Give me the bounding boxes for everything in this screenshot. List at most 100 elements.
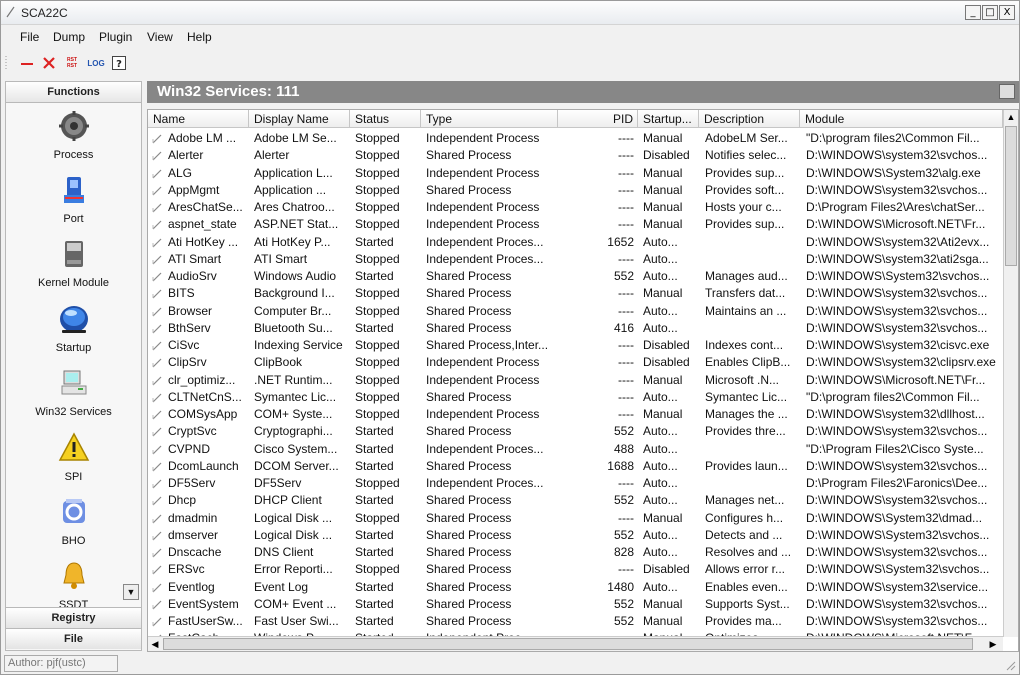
table-row[interactable]: DF5Serv DF5Serv Stopped Independent Proces.… xyxy=(148,475,1003,492)
panel-options-button[interactable] xyxy=(999,84,1015,99)
table-row[interactable]: BthServ Bluetooth Su... Started Shared Proc… xyxy=(148,320,1003,337)
cell-name: aspnet_state xyxy=(168,217,237,232)
sidebar-item-spi[interactable]: SPI xyxy=(6,432,141,483)
sidebar-scroll-down-button[interactable]: ▼ xyxy=(123,584,139,600)
close-button[interactable]: X xyxy=(999,5,1015,20)
table-row[interactable]: Adobe LM ... Adobe LM Se... Stopped Indepen… xyxy=(148,130,1003,147)
delete-icon[interactable] xyxy=(40,53,58,73)
help-icon[interactable]: ? xyxy=(110,53,128,73)
column-header-type[interactable]: Type xyxy=(421,110,558,128)
menu-plugin[interactable]: Plugin xyxy=(99,30,132,44)
horizontal-scroll-thumb[interactable] xyxy=(163,638,973,650)
cell-type: Shared Process xyxy=(426,579,512,594)
sidebar-item-kernel-module[interactable]: Kernel Module xyxy=(6,238,141,289)
sidebar-item-win32-services[interactable]: Win32 Services xyxy=(6,367,141,418)
resize-grip-icon[interactable] xyxy=(1004,659,1016,671)
cell-name: FastUserSw... xyxy=(168,614,243,628)
cell-type: Independent Process xyxy=(426,131,540,145)
table-row[interactable]: ATI Smart ATI Smart Stopped Independent Pro… xyxy=(148,251,1003,268)
table-row[interactable]: EventSystem COM+ Event ... Started Shared P… xyxy=(148,596,1003,613)
sidebar-registry-button[interactable]: Registry xyxy=(6,607,141,628)
table-row[interactable]: AresChatSe... Ares Chatroo... Stopped Indep… xyxy=(148,199,1003,216)
rst-icon[interactable]: RST RST xyxy=(63,53,81,73)
menu-view[interactable]: View xyxy=(147,30,173,44)
cell-pid: 828 xyxy=(613,545,634,559)
cell-display-name: Adobe LM Se... xyxy=(254,131,337,145)
scroll-right-icon[interactable]: ▶ xyxy=(986,637,1000,651)
service-icon xyxy=(152,445,162,454)
service-icon xyxy=(152,617,162,627)
column-header-status[interactable]: Status xyxy=(350,110,421,128)
table-row[interactable]: FastUserSw... Fast User Swi... Started Shar… xyxy=(148,613,1003,630)
column-header-module[interactable]: Module xyxy=(800,110,1003,128)
table-row[interactable]: CLTNetCnS... Symantec Lic... Stopped Shared… xyxy=(148,389,1003,406)
horizontal-scrollbar[interactable]: ◀ ▶ xyxy=(148,636,1003,651)
cell-display-name: Cisco System... xyxy=(254,441,338,456)
table-row[interactable]: Dnscache DNS Client Started Shared Process 8… xyxy=(148,544,1003,561)
column-header-startup[interactable]: Startup... xyxy=(638,110,699,128)
vertical-scroll-thumb[interactable] xyxy=(1005,126,1017,266)
maximize-button[interactable]: □ xyxy=(982,5,998,20)
title-bar[interactable]: SCA22C _ □ X xyxy=(1,1,1019,25)
column-header-description[interactable]: Description xyxy=(699,110,800,128)
table-row[interactable]: ClipSrv ClipBook Stopped Independent Proces… xyxy=(148,354,1003,371)
table-row[interactable]: Dhcp DHCP Client Started Shared Process 552 A… xyxy=(148,492,1003,509)
table-row[interactable]: Ati HotKey ... Ati HotKey P... Started Inde… xyxy=(148,234,1003,251)
cell-name: Dnscache xyxy=(168,545,222,559)
table-row[interactable]: CiSvc Indexing Service Stopped Shared Proce… xyxy=(148,337,1003,354)
minimize-button[interactable]: _ xyxy=(965,5,981,20)
cell-pid: ---- xyxy=(618,372,634,387)
sidebar-item-label: SPI xyxy=(64,471,83,483)
sidebar-file-button[interactable]: File xyxy=(6,628,141,649)
table-row[interactable]: DcomLaunch DCOM Server... Started Shared Pr… xyxy=(148,458,1003,475)
cell-type: Independent Process xyxy=(426,217,540,232)
cell-type: Shared Process xyxy=(426,510,512,525)
menu-dump[interactable]: Dump xyxy=(53,30,85,44)
cell-startup: Manual xyxy=(643,407,683,421)
table-row[interactable]: aspnet_state ASP.NET Stat... Stopped Indepe… xyxy=(148,216,1003,233)
log-button[interactable]: LOG xyxy=(85,53,107,73)
table-row[interactable]: Alerter Alerter Stopped Shared Process ---- D… xyxy=(148,147,1003,164)
cell-display-name: DCOM Server... xyxy=(254,458,339,473)
sidebar-item-ssdt[interactable]: SSDT xyxy=(6,560,141,611)
cell-description: Symantec Lic... xyxy=(705,389,788,404)
vertical-scrollbar[interactable]: ▲ xyxy=(1003,110,1018,637)
sidebar-item-bho[interactable]: BHO xyxy=(6,496,141,547)
table-row[interactable]: clr_optimiz... .NET Runtim... Stopped Indep… xyxy=(148,372,1003,389)
sidebar-item-port[interactable]: Port xyxy=(6,174,141,225)
minus-icon[interactable] xyxy=(18,53,36,73)
cell-type: Independent Process xyxy=(426,355,540,370)
scroll-up-icon[interactable]: ▲ xyxy=(1004,110,1018,124)
scroll-left-icon[interactable]: ◀ xyxy=(148,637,162,651)
service-icon xyxy=(152,600,162,610)
table-row[interactable]: dmserver Logical Disk ... Started Shared Pr… xyxy=(148,527,1003,544)
cell-type: Shared Process,Inter... xyxy=(426,338,549,352)
sidebar-item-process[interactable]: Process xyxy=(6,110,141,161)
cell-status: Stopped xyxy=(355,286,400,301)
column-header-display-name[interactable]: Display Name xyxy=(249,110,350,128)
table-row[interactable]: dmadmin Logical Disk ... Stopped Shared Pro… xyxy=(148,510,1003,527)
menu-file[interactable]: File xyxy=(20,30,39,44)
table-row[interactable]: COMSysApp COM+ Syste... Stopped Independent… xyxy=(148,406,1003,423)
table-row[interactable]: Browser Computer Br... Stopped Shared Proce… xyxy=(148,303,1003,320)
menu-help[interactable]: Help xyxy=(187,30,212,44)
toolbar-grip xyxy=(3,53,9,73)
sidebar-header[interactable]: Functions xyxy=(6,82,141,103)
table-row[interactable]: ALG Application L... Stopped Independent Pr… xyxy=(148,165,1003,182)
column-header-name[interactable]: Name xyxy=(148,110,249,128)
cell-status: Started xyxy=(355,596,394,611)
table-row[interactable]: CVPND Cisco System... Started Independent P… xyxy=(148,441,1003,458)
cell-description: Provides thre... xyxy=(705,424,786,439)
table-row[interactable]: AudioSrv Windows Audio Started Shared Proce… xyxy=(148,268,1003,285)
cell-module: D:\WINDOWS\system32\svchos... xyxy=(806,545,988,559)
table-header: Name Display Name Status Type PID Startu… xyxy=(148,110,1003,128)
table-row[interactable]: CryptSvc Cryptographi... Started Shared Pro… xyxy=(148,423,1003,440)
cell-display-name: Windows Audio xyxy=(254,269,337,283)
table-row[interactable]: AppMgmt Application ... Stopped Shared Proc… xyxy=(148,182,1003,199)
panel-header: Win32 Services: 111 xyxy=(147,81,1019,103)
column-header-pid[interactable]: PID xyxy=(558,110,638,128)
table-row[interactable]: ERSvc Error Reporti... Stopped Shared Proce… xyxy=(148,561,1003,578)
table-row[interactable]: Eventlog Event Log Started Shared Process 14… xyxy=(148,579,1003,596)
table-row[interactable]: BITS Background I... Stopped Shared Process… xyxy=(148,285,1003,302)
sidebar-item-startup[interactable]: Startup xyxy=(6,303,141,354)
